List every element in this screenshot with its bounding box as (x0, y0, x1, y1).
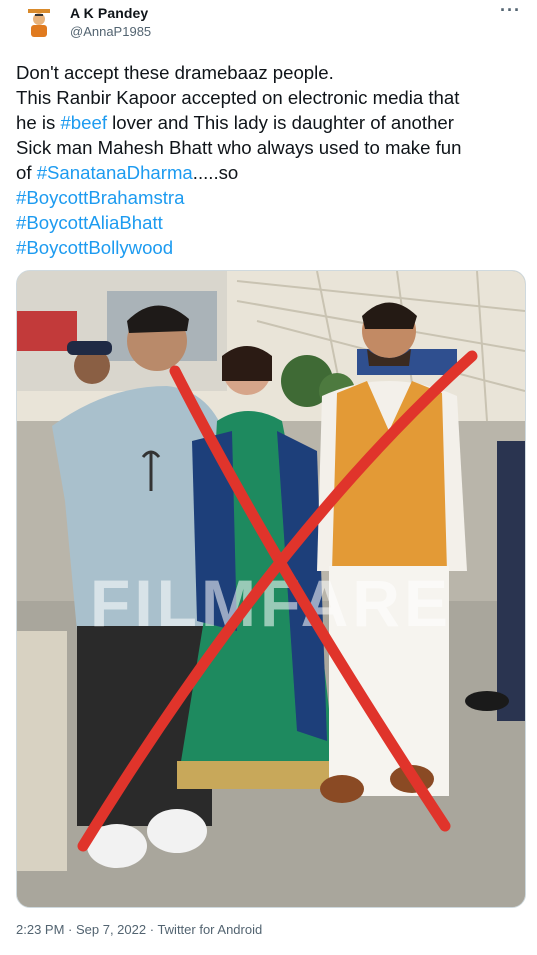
tweet-text-line: Don't accept these dramebaaz people. (16, 60, 526, 85)
tweet-date[interactable]: Sep 7, 2022 (76, 922, 146, 937)
tweet-time[interactable]: 2:23 PM (16, 922, 64, 937)
tweet-text-segment: lover and This lady is daughter of anoth… (106, 112, 454, 133)
tweet-text-segment: of (16, 162, 37, 183)
tweet-photo[interactable]: FILMFARE (16, 270, 526, 908)
tweet-text-segment: he is (16, 112, 61, 133)
tweet-text-segment: This Ranbir Kapoor accepted on electroni… (16, 87, 460, 108)
tweet-text-line: #BoycottBrahamstra (16, 185, 526, 210)
hashtag-link[interactable]: #BoycottAliaBhatt (16, 212, 163, 233)
meta-separator: · (64, 922, 76, 937)
tweet-meta: 2:23 PM · Sep 7, 2022 · Twitter for Andr… (16, 922, 262, 937)
tweet-header: A K Pandey @AnnaP1985 ··· (16, 0, 521, 44)
tweet-text-line: of #SanatanaDharma.....so (16, 160, 526, 185)
tweet-text-line: #BoycottAliaBhatt (16, 210, 526, 235)
saffron-figure-avatar-icon (28, 9, 50, 37)
author-handle[interactable]: @AnnaP1985 (70, 24, 151, 39)
tweet-text-segment: .....so (192, 162, 239, 183)
meta-separator: · (146, 922, 158, 937)
tweet-text-line: #BoycottBollywood (16, 235, 526, 260)
tweet-text-segment: Don't accept these dramebaaz people. (16, 62, 334, 83)
tweet-source: Twitter for Android (157, 922, 263, 937)
more-options-icon[interactable]: ··· (500, 0, 521, 21)
hashtag-link[interactable]: #beef (60, 112, 107, 133)
tweet-text-line: This Ranbir Kapoor accepted on electroni… (16, 85, 526, 110)
tweet-text-segment: Sick man Mahesh Bhatt who always used to… (16, 137, 462, 158)
tweet-text-line: Sick man Mahesh Bhatt who always used to… (16, 135, 526, 160)
hashtag-link[interactable]: #SanatanaDharma (37, 162, 193, 183)
photo-illustration: FILMFARE (17, 271, 525, 907)
tweet-text: Don't accept these dramebaaz people. This… (16, 60, 526, 260)
hashtag-link[interactable]: #BoycottBollywood (16, 237, 173, 258)
author-name[interactable]: A K Pandey (70, 5, 148, 21)
avatar[interactable] (24, 6, 54, 40)
tweet: A K Pandey @AnnaP1985 ··· Don't accept t… (0, 0, 537, 955)
hashtag-link[interactable]: #BoycottBrahamstra (16, 187, 184, 208)
tweet-text-line: he is #beef lover and This lady is daugh… (16, 110, 526, 135)
